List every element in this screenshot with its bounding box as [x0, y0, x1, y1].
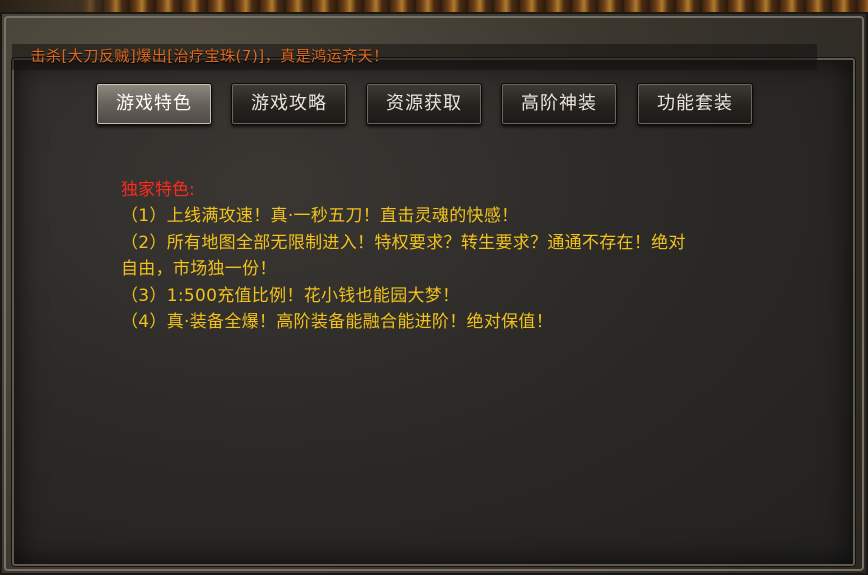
tab-advanced-gear[interactable]: 高阶神装 — [501, 83, 617, 125]
tab-game-features[interactable]: 游戏特色 — [96, 83, 212, 125]
features-content: 独家特色: （1）上线满攻速！真·一秒五刀！直击灵魂的快感！ （2）所有地图全部… — [121, 177, 811, 336]
notice-text: 杀[大刀反贼]爆出[治疗宝珠(7)]，真是鸿运齐天！ — [46, 47, 389, 65]
tab-feature-sets[interactable]: 功能套装 — [637, 83, 753, 125]
feature-line: （2）所有地图全部无限制进入！特权要求？转生要求？通通不存在！绝对 — [121, 232, 686, 253]
notice-lead-fragment: 击 — [30, 47, 46, 65]
feature-line: （1）上线满攻速！真·一秒五刀！直击灵魂的快感！ — [121, 206, 519, 226]
feature-line: （4）真·装备全爆！高阶装备能融合能进阶！绝对保值！ — [121, 312, 554, 332]
tab-bar: 游戏特色 游戏攻略 资源获取 高阶神装 功能套装 — [96, 83, 756, 127]
feature-line: 自由，市场独一份！ — [121, 259, 277, 279]
tab-game-guide[interactable]: 游戏攻略 — [231, 83, 347, 125]
features-heading: 独家特色: — [121, 180, 195, 200]
feature-line: （3）1:500充值比例！花小钱也能园大梦！ — [121, 285, 460, 306]
tab-resource-acquisition[interactable]: 资源获取 — [366, 83, 482, 125]
scrolling-notice: 击 杀[大刀反贼]爆出[治疗宝珠(7)]，真是鸿运齐天！ — [12, 44, 817, 70]
